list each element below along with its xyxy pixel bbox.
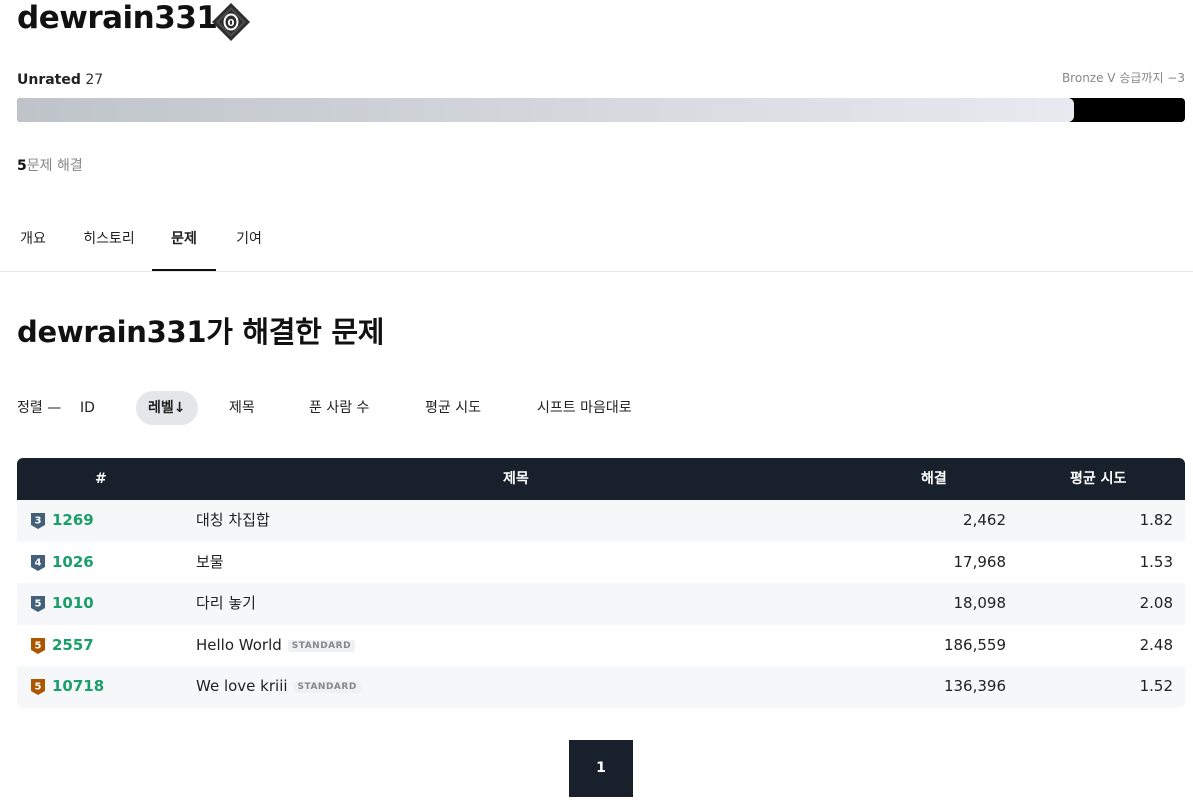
profile-username: dewrain331 (17, 0, 218, 36)
table-row[interactable]: 4 1026 보물 17,968 1.53 (17, 542, 1185, 584)
tab-overview[interactable]: 개요 (17, 214, 49, 270)
pagination-page-1[interactable]: 1 (569, 740, 633, 797)
problem-title[interactable]: 다리 놓기 (196, 583, 256, 624)
problem-title-text: Hello World (196, 635, 282, 654)
rating-line: Unrated 27 (17, 71, 103, 89)
table-row[interactable]: 5 1010 다리 놓기 18,098 2.08 (17, 583, 1185, 625)
table-header: # 제목 해결 평균 시도 (17, 458, 1185, 500)
avg-tries-cell: 2.08 (1139, 594, 1173, 612)
sort-arrow-down-icon: ↓ (173, 400, 186, 416)
sort-option-level[interactable]: 레벨↓ (136, 391, 198, 425)
rating-progress-fill (17, 98, 1075, 122)
tier-shield-icon: 5 (31, 596, 45, 612)
rating-progress-bar (17, 98, 1185, 122)
solved-count-cell: 136,396 (943, 677, 1006, 695)
problem-title-text: We love kriii (196, 677, 288, 695)
tier-badge-number: 0 (228, 18, 235, 29)
header-id[interactable]: # (95, 458, 107, 500)
section-title: dewrain331가 해결한 문제 (17, 315, 385, 349)
promotion-text: Bronze V 승급까지 −3 (1061, 71, 1185, 85)
profile-page: dewrain331 0 Unrated 27 Bronze V 승급까지 −3… (0, 0, 1193, 810)
level-number: 5 (35, 682, 42, 693)
tier-shield-icon: 3 (31, 513, 45, 529)
solved-problems-table: # 제목 해결 평균 시도 3 1269 대칭 차집합 2,462 1.82 4… (17, 458, 1185, 708)
avg-tries-cell: 2.48 (1139, 635, 1173, 654)
rating-label: Unrated (17, 72, 81, 88)
avg-tries-cell: 1.53 (1139, 552, 1173, 571)
sort-option-title[interactable]: 제목 (229, 391, 255, 425)
solved-summary: 5문제 해결 (17, 157, 83, 175)
tab-contribution[interactable]: 기여 (233, 214, 265, 270)
table-body: 3 1269 대칭 차집합 2,462 1.82 4 1026 보물 17,96… (17, 500, 1185, 708)
problem-id-link[interactable]: 1026 (52, 542, 94, 583)
problem-title-text: 보물 (196, 552, 224, 571)
level-number: 3 (35, 516, 42, 527)
sort-option-id[interactable]: ID (80, 391, 95, 425)
problem-title-text: 대칭 차집합 (196, 511, 270, 529)
solved-count-cell: 186,559 (943, 635, 1006, 654)
tab-problems[interactable]: 문제 (152, 214, 216, 271)
avg-tries-cell: 1.52 (1139, 677, 1173, 695)
tier-shield-icon: 5 (31, 679, 45, 695)
problem-id-link[interactable]: 1269 (52, 500, 94, 541)
problem-title[interactable]: 대칭 차집합 (196, 500, 270, 541)
sort-option-shift-custom[interactable]: 시프트 마음대로 (537, 391, 632, 425)
level-number: 4 (35, 557, 42, 568)
problem-id-link[interactable]: 1010 (52, 583, 94, 624)
problem-title[interactable]: We love kriii STANDARD (196, 666, 361, 708)
sort-option-solvers[interactable]: 푼 사람 수 (309, 391, 369, 425)
table-row[interactable]: 5 2557 Hello World STANDARD 186,559 2.48 (17, 625, 1185, 667)
level-number: 5 (35, 640, 42, 651)
problem-title[interactable]: 보물 (196, 542, 224, 583)
header-solved[interactable]: 해결 (921, 458, 947, 500)
problem-id-link[interactable]: 2557 (52, 625, 94, 666)
table-row[interactable]: 5 10718 We love kriii STANDARD 136,396 1.… (17, 666, 1185, 708)
solved-suffix: 문제 해결 (26, 158, 83, 174)
sort-label: 정렬 — (17, 400, 62, 416)
header-title[interactable]: 제목 (503, 458, 529, 500)
solved-count-cell: 2,462 (963, 511, 1006, 529)
solved-count-cell: 17,968 (953, 552, 1007, 571)
tier-shield-icon: 5 (31, 637, 45, 654)
problem-title[interactable]: Hello World STANDARD (196, 625, 356, 667)
table-row[interactable]: 3 1269 대칭 차집합 2,462 1.82 (17, 500, 1185, 542)
rating-value: 27 (85, 72, 104, 88)
tab-history[interactable]: 히스토리 (80, 214, 138, 270)
standard-tag: STANDARD (287, 639, 356, 652)
problem-id-link[interactable]: 10718 (52, 666, 104, 707)
header-avg-tries[interactable]: 평균 시도 (1070, 458, 1126, 500)
problem-title-text: 다리 놓기 (196, 594, 256, 612)
unrated-diamond-icon[interactable]: 0 (211, 2, 251, 42)
level-number: 5 (35, 599, 42, 610)
solved-count-cell: 18,098 (953, 594, 1007, 612)
profile-tabs: 개요 히스토리 문제 기여 (0, 214, 1193, 272)
standard-tag: STANDARD (293, 681, 361, 693)
solved-count: 5 (17, 158, 27, 174)
sort-option-level-label: 레벨 (148, 400, 174, 416)
sort-option-avg-tries[interactable]: 평균 시도 (425, 391, 481, 425)
tier-shield-icon: 4 (31, 554, 45, 571)
avg-tries-cell: 1.82 (1139, 511, 1173, 529)
